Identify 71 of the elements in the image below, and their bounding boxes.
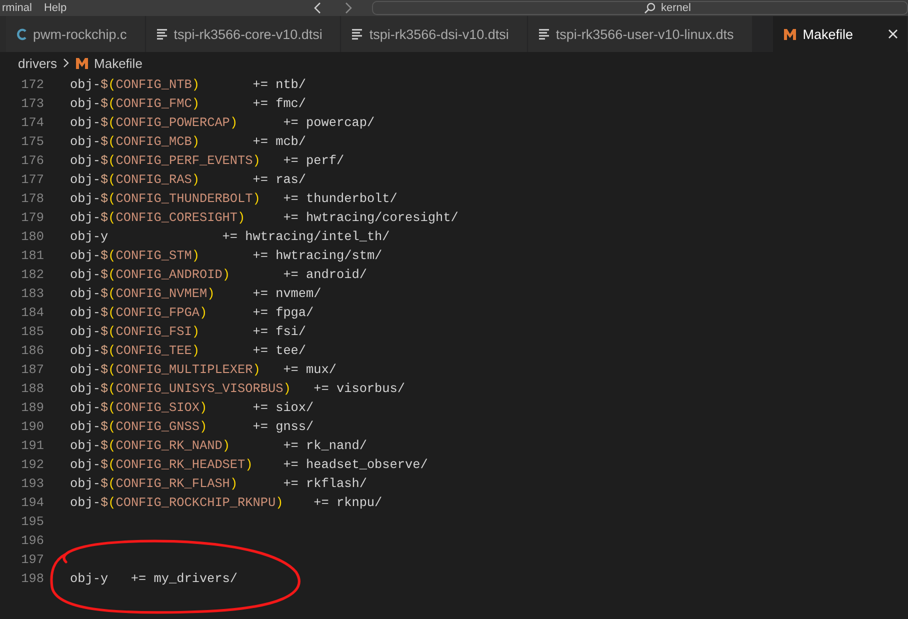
line-number: 182: [20, 266, 44, 284]
editor-tab[interactable]: tspi-rk3566-dsi-v10.dtsi: [341, 16, 528, 52]
code-line: obj-$(CONFIG_FMC) += fmc/: [70, 95, 306, 113]
line-number: 197: [20, 551, 44, 569]
line-number: 173: [20, 95, 44, 113]
m-letter-icon: [75, 56, 90, 70]
code-line: obj-$(CONFIG_SIOX) += siox/: [70, 399, 314, 417]
code-line: obj-$(CONFIG_RK_NAND) += rk_nand/: [70, 437, 367, 455]
line-number: 190: [20, 418, 44, 436]
line-number: 187: [20, 361, 44, 379]
line-number: 188: [20, 380, 44, 398]
code-line: obj-$(CONFIG_MCB) += mcb/: [70, 133, 306, 151]
line-number: 196: [20, 532, 44, 550]
breadcrumb-item[interactable]: drivers: [18, 56, 58, 70]
code-line: obj-$(CONFIG_NTB) += ntb/: [70, 76, 306, 94]
code-line: obj-$(CONFIG_FPGA) += fpga/: [70, 304, 314, 322]
m-letter-icon: [782, 27, 797, 41]
code-line: obj-$(CONFIG_STM) += hwtracing/stm/: [70, 247, 382, 265]
line-number: 175: [20, 133, 44, 151]
line-number: 186: [20, 342, 44, 360]
line-number: 189: [20, 399, 44, 417]
line-number: 178: [20, 190, 44, 208]
code-line: obj-$(CONFIG_UNISYS_VISORBUS) += visorbus/: [70, 380, 406, 398]
line-number: 183: [20, 285, 44, 303]
line-number: 192: [20, 456, 44, 474]
editor-tab[interactable]: tspi-rk3566-user-v10-linux.dts: [528, 16, 753, 52]
code-line: obj-$(CONFIG_POWERCAP) += powercap/: [70, 114, 375, 132]
code-line: obj-$(CONFIG_FSI) += fsi/: [70, 323, 306, 341]
code-line: obj-$(CONFIG_NVMEM) += nvmem/: [70, 285, 322, 303]
code-line: obj-$(CONFIG_MULTIPLEXER) += mux/: [70, 361, 336, 379]
search-field[interactable]: kernel: [372, 1, 908, 15]
search-icon: [643, 2, 655, 14]
line-number: 181: [20, 247, 44, 265]
code-line: obj-y += hwtracing/intel_th/: [70, 228, 390, 246]
line-number: 195: [20, 513, 44, 531]
close-icon[interactable]: [887, 28, 899, 40]
code-line: obj-$(CONFIG_CORESIGHT) += hwtracing/coresight/: [70, 209, 458, 227]
line-number: 174: [20, 114, 44, 132]
menu-item[interactable]: rminal: [2, 2, 32, 14]
line-number: 172: [20, 76, 44, 94]
line-number: 179: [20, 209, 44, 227]
line-number: 185: [20, 323, 44, 341]
code-line: obj-$(CONFIG_RAS) += ras/: [70, 171, 306, 189]
breadcrumb-item[interactable]: Makefile: [94, 56, 142, 70]
editor-tab[interactable]: Makefile: [772, 16, 908, 52]
editor-tab[interactable]: tspi-rk3566-core-v10.dtsi: [146, 16, 342, 52]
code-line: obj-$(CONFIG_PERF_EVENTS) += perf/: [70, 152, 344, 170]
editor-tab[interactable]: pwm-rockchip.c: [6, 16, 146, 52]
code-line: obj-$(CONFIG_RK_FLASH) += rkflash/: [70, 475, 367, 493]
line-number: 184: [20, 304, 44, 322]
line-number: 180: [20, 228, 44, 246]
search-text: kernel: [661, 2, 691, 14]
menu-item[interactable]: Help: [44, 2, 67, 14]
code-line: obj-y += my_drivers/: [70, 570, 238, 588]
code-line: obj-$(CONFIG_THUNDERBOLT) += thunderbolt/: [70, 190, 398, 208]
text-lines-icon: [351, 27, 364, 41]
code-line: obj-$(CONFIG_TEE) += tee/: [70, 342, 306, 360]
text-lines-icon: [538, 27, 550, 41]
line-number: 177: [20, 171, 44, 189]
code-line: obj-$(CONFIG_ROCKCHIP_RKNPU) += rknpu/: [70, 494, 382, 512]
code-line: obj-$(CONFIG_RK_HEADSET) += headset_observe/: [70, 456, 428, 474]
text-lines-icon: [156, 27, 168, 41]
line-number: 198: [20, 570, 44, 588]
c-file-icon: [16, 27, 27, 41]
code-line: obj-$(CONFIG_ANDROID) += android/: [70, 266, 367, 284]
line-number: 191: [20, 437, 44, 455]
chevron-icon: [62, 57, 70, 69]
line-number: 176: [20, 152, 44, 170]
code-line: obj-$(CONFIG_GNSS) += gnss/: [70, 418, 314, 436]
line-number: 193: [20, 475, 44, 493]
line-number: 194: [20, 494, 44, 512]
